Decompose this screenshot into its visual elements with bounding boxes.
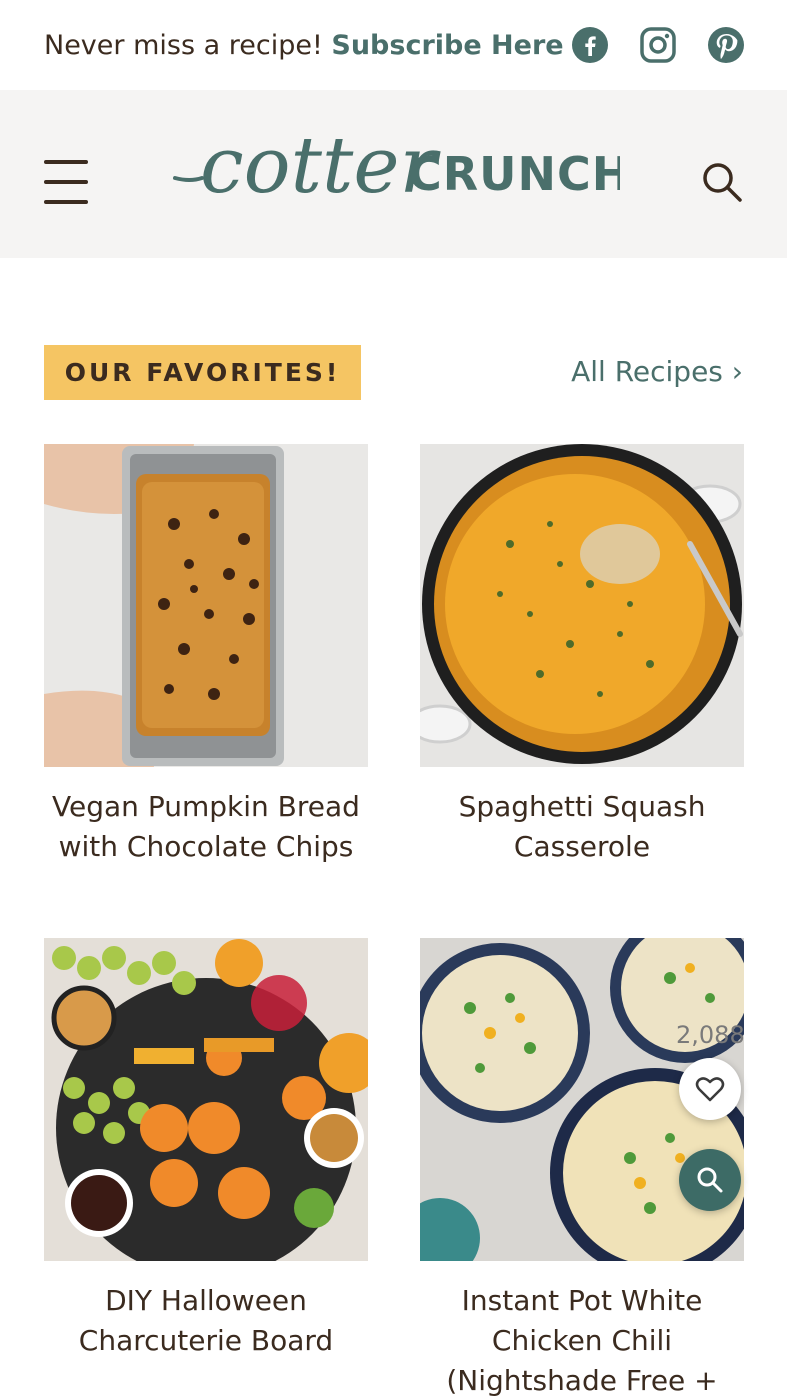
promo-banner: Never miss a recipe! Subscribe Here: [44, 26, 564, 66]
search-icon[interactable]: [700, 160, 744, 204]
recipe-image[interactable]: [44, 444, 368, 767]
pinterest-icon[interactable]: [708, 27, 744, 63]
recipe-title[interactable]: Instant Pot White Chicken Chili (Nightsh…: [420, 1281, 744, 1399]
subscribe-link[interactable]: Subscribe Here: [331, 30, 563, 61]
hamburger-menu-icon[interactable]: [44, 160, 88, 204]
favorite-count: 2,088: [676, 1021, 745, 1049]
all-recipes-link[interactable]: All Recipes ›: [571, 355, 743, 388]
site-logo[interactable]: cotter CRUNCH: [170, 120, 620, 220]
promo-text: Never miss a recipe!: [44, 30, 323, 61]
heart-icon[interactable]: [679, 1058, 741, 1120]
top-bar: Never miss a recipe! Subscribe Here: [0, 0, 787, 90]
favorites-badge-label: OUR FAVORITES!: [64, 358, 341, 387]
recipe-image[interactable]: [44, 938, 368, 1261]
favorites-badge: OUR FAVORITES!: [44, 345, 361, 400]
recipe-card[interactable]: Vegan Pumpkin Bread with Chocolate Chips: [44, 444, 368, 867]
recipe-image[interactable]: [420, 444, 744, 767]
instagram-icon[interactable]: [640, 27, 676, 63]
logo-word-text: CRUNCH: [408, 147, 620, 201]
recipe-title[interactable]: Vegan Pumpkin Bread with Chocolate Chips: [44, 787, 368, 867]
recipe-title[interactable]: DIY Halloween Charcuterie Board: [44, 1281, 368, 1361]
site-header: cotter CRUNCH: [0, 90, 787, 258]
logo-script-text: cotter: [200, 121, 441, 211]
recipe-card[interactable]: Spaghetti Squash Casserole: [420, 444, 744, 867]
facebook-icon[interactable]: [572, 27, 608, 63]
recipe-title[interactable]: Spaghetti Squash Casserole: [420, 787, 744, 867]
recipe-card[interactable]: DIY Halloween Charcuterie Board: [44, 938, 368, 1361]
zoom-search-icon[interactable]: [679, 1149, 741, 1211]
